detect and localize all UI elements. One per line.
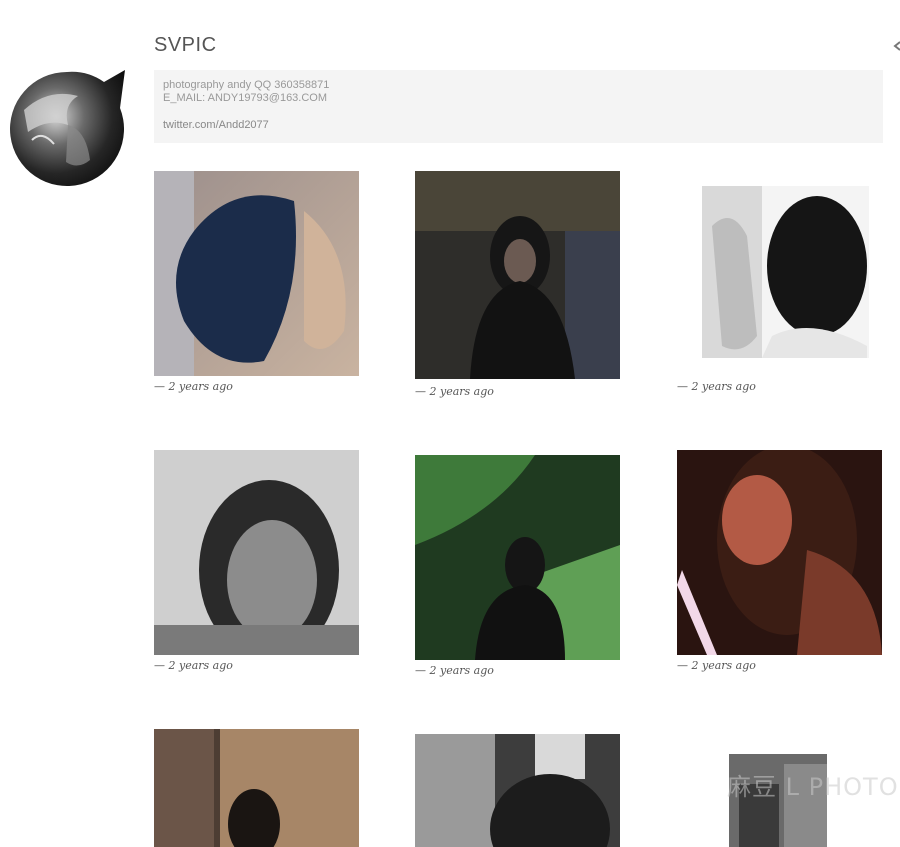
photo-post: — 2 years ago: [154, 171, 359, 396]
post-photo[interactable]: [415, 734, 620, 847]
post-timestamp[interactable]: — 2 years ago: [415, 385, 494, 398]
photo-post: [415, 734, 620, 847]
blog-description: photography andy QQ 360358871 E_MAIL: AN…: [154, 70, 883, 143]
photo-post: — 2 years ago: [415, 171, 620, 401]
avatar[interactable]: [8, 70, 126, 188]
post-photo[interactable]: [154, 729, 359, 847]
share-icon[interactable]: [891, 40, 900, 52]
post-timestamp[interactable]: — 2 years ago: [677, 659, 756, 672]
post-photo[interactable]: [415, 171, 620, 379]
post-timestamp[interactable]: — 2 years ago: [677, 380, 756, 393]
post-timestamp[interactable]: — 2 years ago: [154, 659, 233, 672]
photo-post: — 2 years ago: [154, 450, 359, 675]
site-title[interactable]: SVPIC: [154, 34, 217, 57]
post-photo[interactable]: [154, 450, 359, 655]
post-timestamp[interactable]: — 2 years ago: [415, 664, 494, 677]
photo-post: [154, 729, 359, 847]
photo-post: — 2 years ago: [415, 455, 620, 680]
post-photo[interactable]: [702, 186, 869, 358]
post-timestamp[interactable]: — 2 years ago: [154, 380, 233, 393]
watermark-text: 麻豆 L PHOTOG: [727, 773, 900, 801]
twitter-link[interactable]: twitter.com/Andd2077: [163, 119, 874, 132]
photo-post: — 2 years ago: [677, 450, 882, 675]
photo-post: — 2 years ago: [677, 171, 882, 396]
post-photo[interactable]: [415, 455, 620, 660]
photo-post: 麻豆 L PHOTOG: [677, 729, 900, 847]
description-line-contact: photography andy QQ 360358871: [163, 79, 330, 91]
post-photo[interactable]: [677, 450, 882, 655]
page: SVPIC photography andy QQ 360358871 E_MA…: [0, 0, 900, 847]
post-photo[interactable]: [154, 171, 359, 376]
description-line-email: E_MAIL: ANDY19793@163.COM: [163, 92, 328, 104]
